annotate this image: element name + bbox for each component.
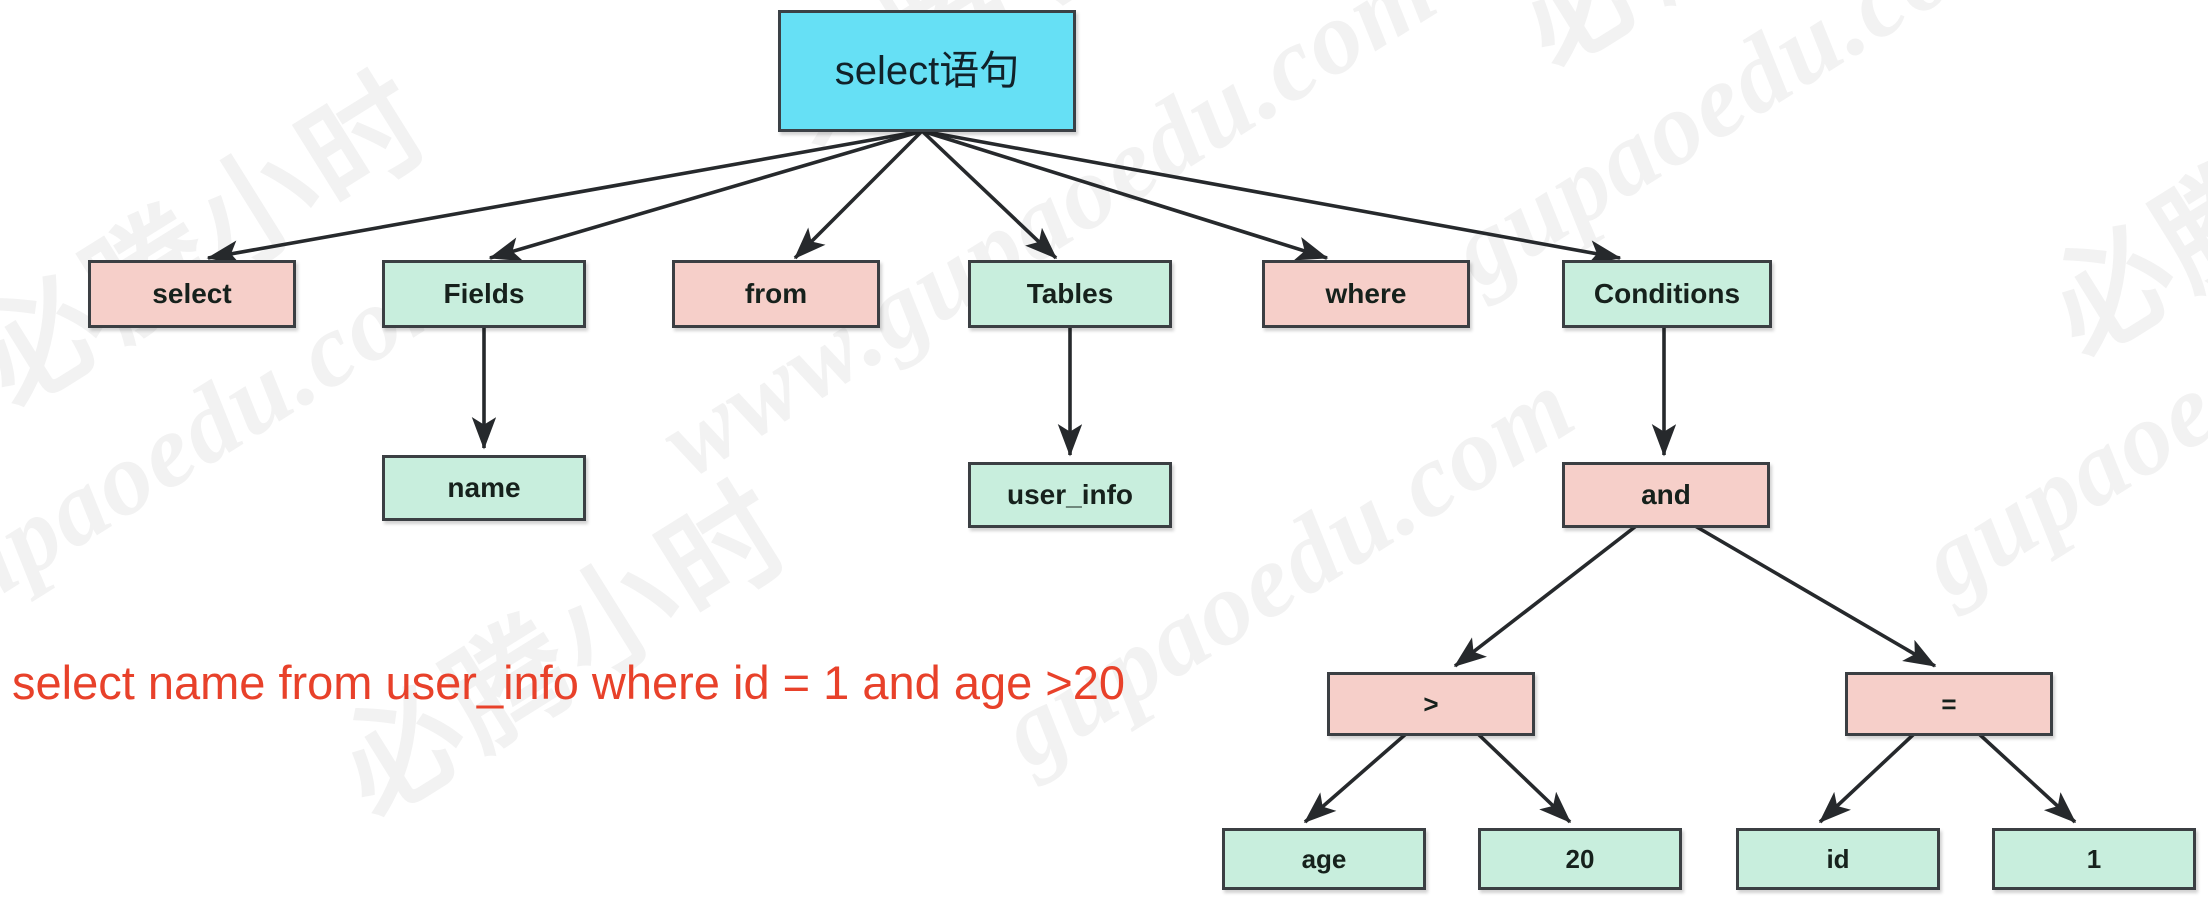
- node-label: 20: [1565, 844, 1595, 874]
- sql-statement-text: select name from user_info where id = 1 …: [12, 656, 1126, 709]
- node-conditions[interactable]: Conditions: [1562, 260, 1772, 328]
- node-where[interactable]: where: [1262, 260, 1470, 328]
- node-label: >: [1423, 689, 1439, 719]
- node-label: and: [1641, 479, 1691, 510]
- node-20[interactable]: 20: [1478, 828, 1682, 890]
- node-label: where: [1325, 278, 1407, 309]
- node-from[interactable]: from: [672, 260, 880, 328]
- node-label: id: [1826, 844, 1850, 874]
- node-id[interactable]: id: [1736, 828, 1940, 890]
- node-label: Conditions: [1593, 278, 1741, 309]
- node-name[interactable]: name: [382, 455, 586, 521]
- node-label: select语句: [834, 49, 1020, 93]
- node-label: from: [744, 278, 808, 309]
- node-tables[interactable]: Tables: [968, 260, 1172, 328]
- node-label: age: [1301, 844, 1347, 874]
- node-fields[interactable]: Fields: [382, 260, 586, 328]
- node-operator-equals[interactable]: =: [1845, 672, 2053, 736]
- node-label: user_info: [1006, 479, 1134, 510]
- diagram-canvas: 必腾小时 gupaoedu.com 必腾小时 www.gupaoedu.com …: [0, 0, 2208, 906]
- node-1[interactable]: 1: [1992, 828, 2196, 890]
- node-label: Fields: [443, 278, 525, 309]
- node-and[interactable]: and: [1562, 462, 1770, 528]
- node-label: 1: [2086, 844, 2102, 874]
- node-age[interactable]: age: [1222, 828, 1426, 890]
- node-layer: select语句 select Fields from Tables where…: [0, 0, 2208, 906]
- node-label: Tables: [1026, 278, 1114, 309]
- node-user-info[interactable]: user_info: [968, 462, 1172, 528]
- node-select[interactable]: select: [88, 260, 296, 328]
- node-operator-greater-than[interactable]: >: [1327, 672, 1535, 736]
- node-label: name: [447, 472, 521, 503]
- node-label: select: [152, 278, 232, 309]
- node-root-select-statement[interactable]: select语句: [778, 10, 1076, 132]
- node-label: =: [1941, 689, 1957, 719]
